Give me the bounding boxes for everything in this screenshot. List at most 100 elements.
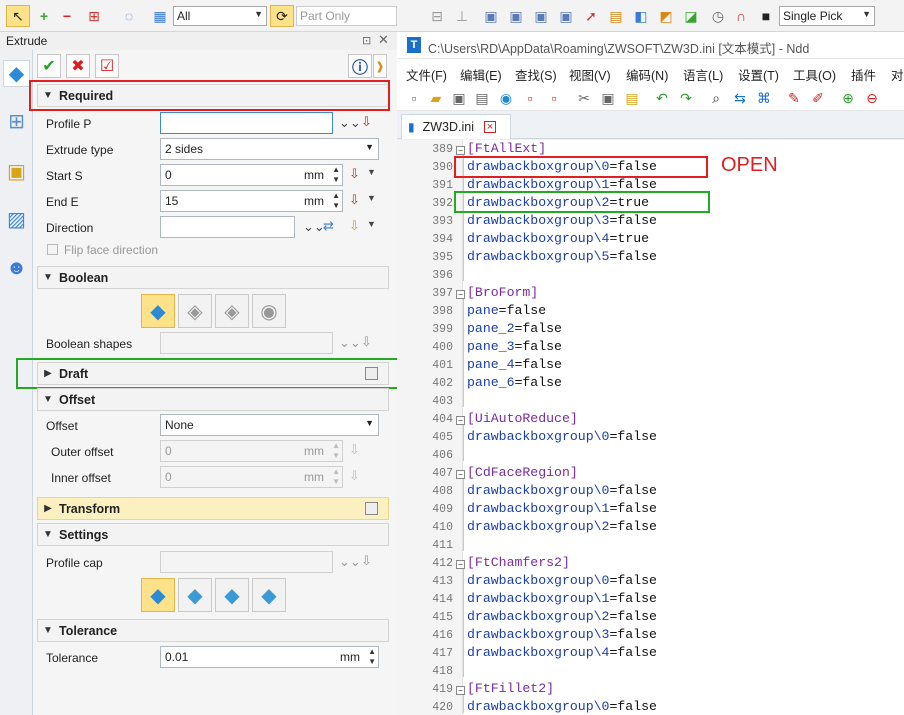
part-only-combo[interactable]: Part Only xyxy=(296,6,397,26)
menu-settings[interactable]: 设置(T) xyxy=(738,65,779,84)
code-line[interactable]: drawbackboxgroup\5=false xyxy=(467,249,657,264)
menu-file[interactable]: 文件(F) xyxy=(406,65,447,84)
start-field[interactable]: 0 mm ▲ ▼ xyxy=(160,164,343,186)
code-line[interactable]: drawbackboxgroup\1=false xyxy=(467,177,657,192)
menu-encoding[interactable]: 编码(N) xyxy=(626,65,668,84)
code-line[interactable]: drawbackboxgroup\1=false xyxy=(467,501,657,516)
clear-marker-icon[interactable]: ✐ xyxy=(809,87,827,109)
code-section-header[interactable]: [CdFaceRegion] xyxy=(467,465,578,480)
cap-none-button[interactable]: ◆ xyxy=(252,578,286,612)
box-select-icon[interactable]: ⊞ xyxy=(84,5,104,27)
fold-toggle-icon[interactable]: − xyxy=(456,290,465,299)
code-line[interactable]: drawbackboxgroup\0=false xyxy=(467,429,657,444)
part-icon[interactable]: ◩ xyxy=(657,5,675,27)
code-section-header[interactable]: [FtAllExt] xyxy=(467,141,546,156)
cap-both-button[interactable]: ◆ xyxy=(141,578,175,612)
chevron-double-icon[interactable]: ⌄⌄ xyxy=(339,335,361,351)
feature-icon[interactable]: ◆ xyxy=(3,60,30,87)
chevron-double-icon[interactable]: ⌄⌄ xyxy=(339,115,361,131)
menu-language[interactable]: 语言(L) xyxy=(683,65,723,84)
menu-plugins[interactable]: 插件 xyxy=(851,65,876,84)
add-icon[interactable]: + xyxy=(35,5,53,27)
flip-checkbox[interactable] xyxy=(47,244,58,255)
code-line[interactable]: drawbackboxgroup\0=false xyxy=(467,483,657,498)
cap-end-button[interactable]: ◆ xyxy=(215,578,249,612)
user-icon[interactable]: ☻ xyxy=(3,255,30,282)
section-transform[interactable]: ▶ Transform xyxy=(37,497,389,520)
save-all-icon[interactable]: ▤ xyxy=(473,87,491,109)
part-only-icon[interactable]: ⟳ xyxy=(270,5,294,27)
inner-offset-field[interactable]: 0 mm ▲ ▼ xyxy=(160,466,343,488)
new-file-icon[interactable]: ▫ xyxy=(405,87,423,109)
apply-button[interactable]: ☑ xyxy=(95,54,119,78)
fold-toggle-icon[interactable]: − xyxy=(456,416,465,425)
chevron-double-icon[interactable]: ⌄⌄ xyxy=(339,554,361,570)
spinner-icon[interactable]: ▲ ▼ xyxy=(368,647,376,667)
snap-icon[interactable]: ⊟ xyxy=(427,5,447,27)
save-icon[interactable]: ▣ xyxy=(450,87,468,109)
view2-icon[interactable]: ▣ xyxy=(507,5,525,27)
fold-toggle-icon[interactable]: − xyxy=(456,146,465,155)
fold-toggle-icon[interactable]: − xyxy=(456,686,465,695)
view4-icon[interactable]: ▣ xyxy=(557,5,575,27)
magnet-icon[interactable]: ∩ xyxy=(732,5,750,27)
chevron-down-icon[interactable]: ▼ xyxy=(367,193,376,203)
profile-field[interactable] xyxy=(160,112,333,134)
code-line[interactable]: drawbackboxgroup\4=true xyxy=(467,231,649,246)
pick-icon[interactable]: ⇩ xyxy=(361,334,372,350)
cube-icon[interactable]: ▣ xyxy=(3,158,30,185)
code-section-header[interactable]: [FtChamfers2] xyxy=(467,555,570,570)
cap-start-button[interactable]: ◆ xyxy=(178,578,212,612)
code-line[interactable]: drawbackboxgroup\3=false xyxy=(467,213,657,228)
table-icon[interactable]: ▤ xyxy=(607,5,625,27)
pick-icon[interactable]: ⇩ xyxy=(349,166,360,182)
reload-icon[interactable]: ◉ xyxy=(497,87,515,109)
add-shape-button[interactable]: ◈ xyxy=(178,294,212,328)
code-line[interactable]: pane=false xyxy=(467,303,546,318)
layer-icon[interactable]: ◧ xyxy=(632,5,650,27)
code-line[interactable]: pane_4=false xyxy=(467,357,562,372)
section-offset[interactable]: ▼ Offset xyxy=(37,388,389,411)
tab-zw3d-ini[interactable]: ▮ ZW3D.ini × xyxy=(401,114,511,139)
direction-field[interactable] xyxy=(160,216,295,238)
asm-icon[interactable]: ◪ xyxy=(682,5,700,27)
close-tab-icon[interactable]: × xyxy=(484,121,497,133)
close-all-icon[interactable]: ▫ xyxy=(545,87,563,109)
undo-icon[interactable]: ↶ xyxy=(653,87,671,109)
spinner-icon[interactable]: ▲ ▼ xyxy=(332,191,340,211)
transform-checkbox[interactable] xyxy=(365,502,378,515)
pick-icon[interactable]: ⇩ xyxy=(361,114,372,130)
image-icon[interactable]: ▨ xyxy=(3,206,30,233)
cursor-icon[interactable]: ➚ xyxy=(582,5,600,27)
code-line[interactable]: pane_3=false xyxy=(467,339,562,354)
pick-icon[interactable]: ⇩ xyxy=(361,553,372,569)
code-line[interactable]: drawbackboxgroup\2=false xyxy=(467,609,657,624)
extrude-type-select[interactable]: 2 sides ▼ xyxy=(160,138,379,160)
close-file-icon[interactable]: ▫ xyxy=(521,87,539,109)
code-line[interactable]: pane_2=false xyxy=(467,321,562,336)
cut-icon[interactable]: ✂ xyxy=(575,87,593,109)
redo-icon[interactable]: ↷ xyxy=(677,87,695,109)
menu-view[interactable]: 视图(V) xyxy=(569,65,611,84)
code-section-header[interactable]: [FtFillet2] xyxy=(467,681,554,696)
ok-button[interactable]: ✔ xyxy=(37,54,61,78)
menu-search[interactable]: 查找(S) xyxy=(515,65,557,84)
cancel-button[interactable]: ✖ xyxy=(66,54,90,78)
find-icon[interactable]: ⌕ xyxy=(707,87,725,109)
code-line[interactable]: drawbackboxgroup\1=false xyxy=(467,591,657,606)
code-section-header[interactable]: [UiAutoReduce] xyxy=(467,411,578,426)
section-settings[interactable]: ▼ Settings xyxy=(37,523,389,546)
bookmark-icon[interactable]: ⌘ xyxy=(755,87,773,109)
code-line[interactable]: drawbackboxgroup\0=false xyxy=(467,699,657,714)
menu-edit[interactable]: 编辑(E) xyxy=(460,65,502,84)
intersect-shape-button[interactable]: ◉ xyxy=(252,294,286,328)
menu-tools[interactable]: 工具(O) xyxy=(793,65,836,84)
base-shape-button[interactable]: ◆ xyxy=(141,294,175,328)
copy-icon[interactable]: ▣ xyxy=(599,87,617,109)
code-editor[interactable]: 389 390 391 392 393 394 395 396 397 398 399 400 401 4… xyxy=(397,140,904,715)
subtract-shape-button[interactable]: ◈ xyxy=(215,294,249,328)
menu-window[interactable]: 对 xyxy=(891,65,904,84)
code-line[interactable]: drawbackboxgroup\4=false xyxy=(467,645,657,660)
view3-icon[interactable]: ▣ xyxy=(532,5,550,27)
code-line[interactable]: pane_6=false xyxy=(467,375,562,390)
